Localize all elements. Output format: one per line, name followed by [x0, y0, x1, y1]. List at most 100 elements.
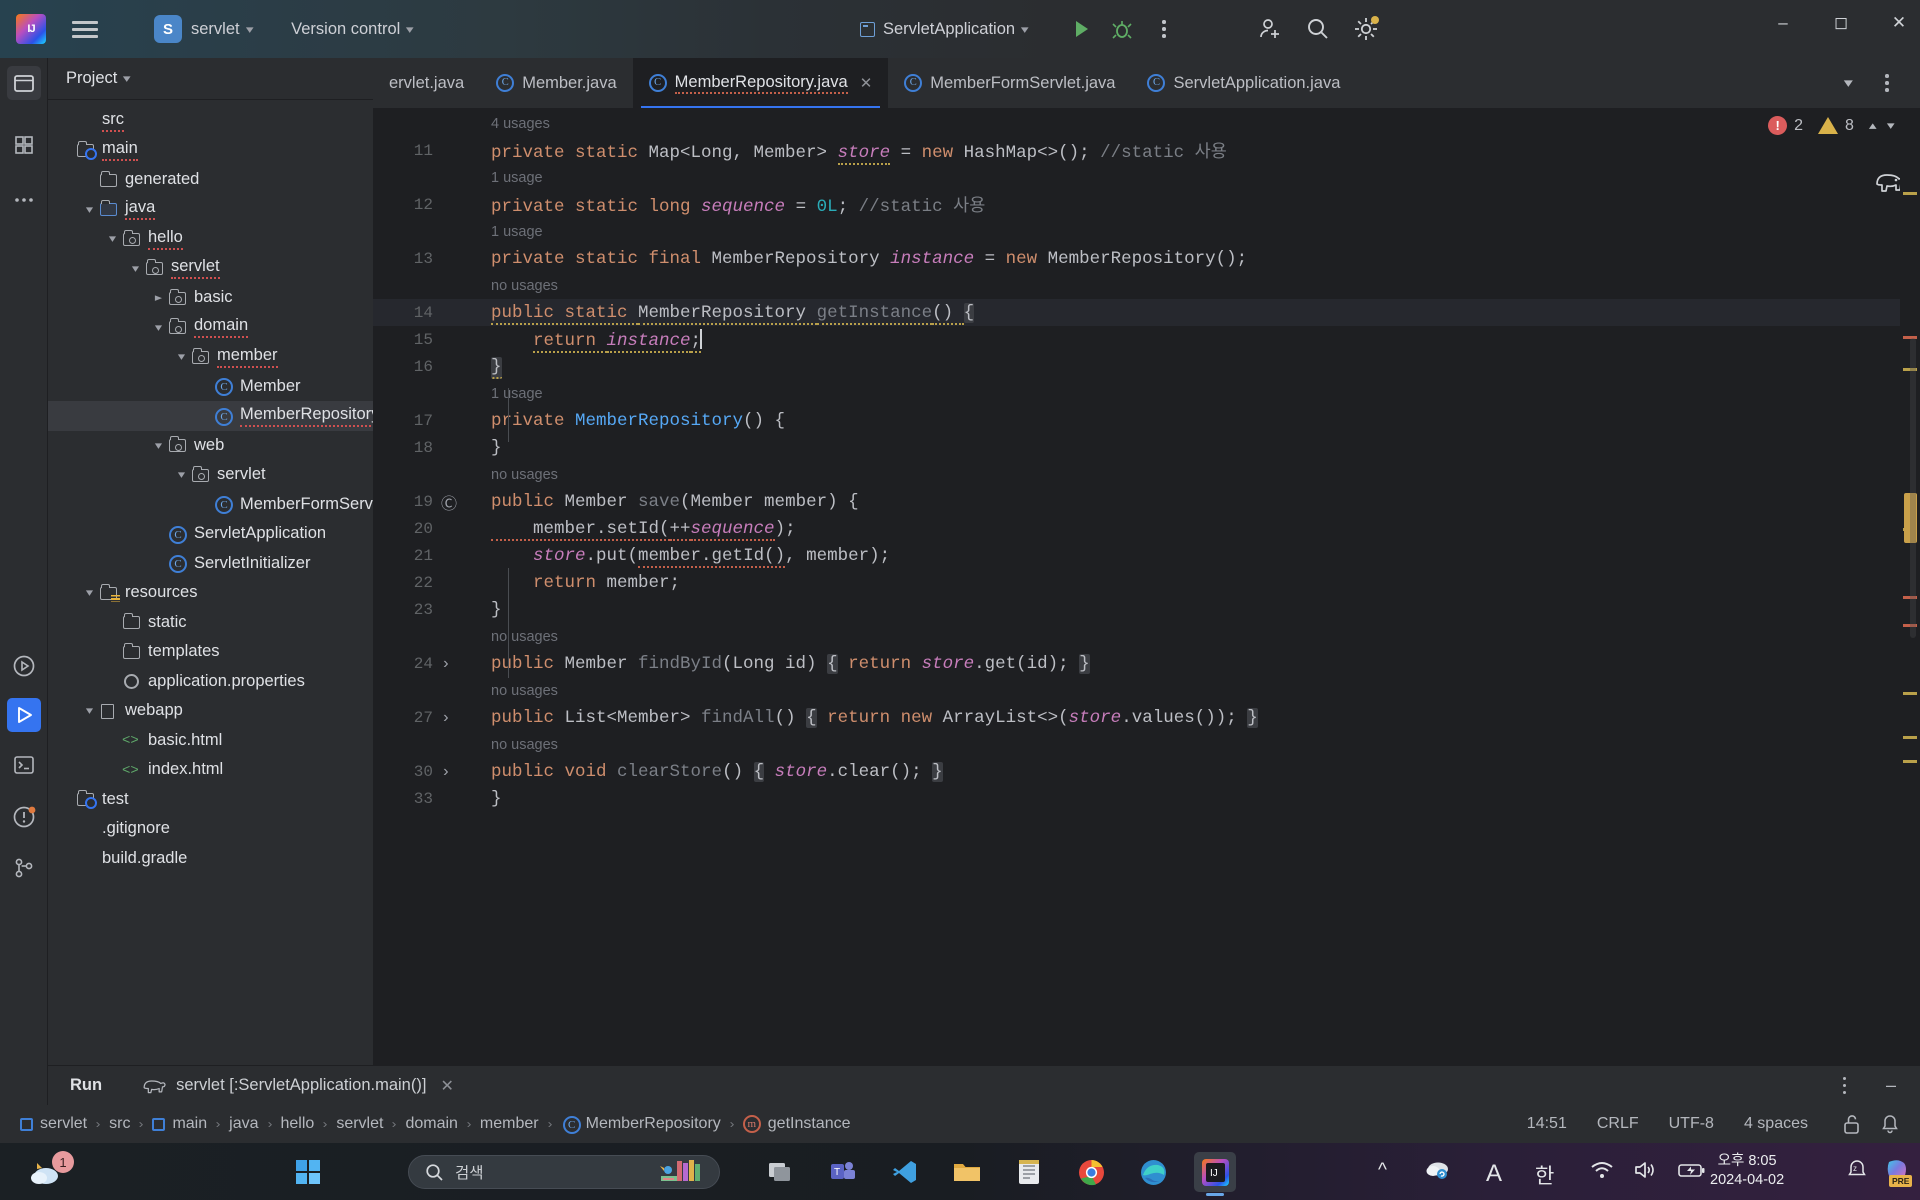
tree-item-src[interactable]: src [48, 106, 373, 136]
line-separator[interactable]: CRLF [1597, 1115, 1639, 1133]
tree-item-generated[interactable]: generated [48, 165, 373, 195]
code-line-11[interactable]: 11 private static Map<Long, Member> store… [373, 137, 1920, 165]
search-button[interactable] [1301, 12, 1335, 46]
terminal-tool-button[interactable] [7, 748, 41, 782]
tree-item-templates[interactable]: templates [48, 637, 373, 667]
add-user-button[interactable] [1253, 12, 1287, 46]
project-tool-button[interactable] [7, 66, 41, 100]
task-view-button[interactable] [760, 1152, 802, 1192]
code-line-27[interactable]: 27 › public List<Member> findAll() { retur… [373, 704, 1920, 731]
volume-button[interactable] [1634, 1160, 1658, 1180]
code-line-13[interactable]: 13 private static final MemberRepository … [373, 245, 1920, 272]
editor-tab-servletapplication[interactable]: C ServletApplication.java [1131, 58, 1356, 108]
version-control-menu[interactable]: Version control ▾ [282, 20, 414, 39]
editor-tab-servletapplication[interactable]: ervlet.java [373, 58, 480, 108]
editor-tab-memberformservlet[interactable]: C MemberFormServlet.java [888, 58, 1131, 108]
error-stripe-mark[interactable] [1903, 192, 1917, 195]
code-editor[interactable]: 4 usages 11 private static Map<Long, Membe… [373, 108, 1920, 1065]
code-line-23[interactable]: 23} [373, 596, 1920, 623]
encoding[interactable]: UTF-8 [1669, 1115, 1714, 1133]
tab-list-button[interactable]: ▾ [1832, 70, 1858, 96]
usage-hint[interactable]: no usages [373, 677, 1920, 704]
editor-tab-member[interactable]: C Member.java [480, 58, 632, 108]
git-tool-button[interactable] [7, 851, 41, 885]
error-stripe-mark[interactable] [1903, 736, 1917, 739]
editor-tab-memberrepository[interactable]: C MemberRepository.java ✕ [632, 58, 889, 108]
problems-tool-button[interactable] [7, 800, 41, 834]
code-line-17[interactable]: 17 private MemberRepository() { [373, 407, 1920, 434]
tree-item-hello[interactable]: ▾ hello [48, 224, 373, 254]
project-tree[interactable]: src main generated ▾ java ▾ hello ▾ servlet ▸ basi… [48, 100, 373, 1065]
debug-button[interactable] [1107, 14, 1137, 44]
breadcrumb-item-memberrepository[interactable]: MemberRepository [561, 1115, 721, 1134]
tree-item-application-properties[interactable]: application.properties [48, 667, 373, 697]
close-icon[interactable]: ✕ [440, 1076, 453, 1096]
notes-button[interactable] [1008, 1152, 1050, 1192]
inspection-widget[interactable]: ! 2 8 ▴ ▾ [1768, 116, 1895, 135]
show-hidden-icons-button[interactable]: ^ [1378, 1160, 1387, 1182]
error-stripe-mark[interactable] [1903, 760, 1917, 763]
tree-item-build-gradle[interactable]: build.gradle [48, 844, 373, 874]
run-button[interactable] [1065, 14, 1095, 44]
next-problem-icon[interactable]: ▾ [1887, 119, 1895, 132]
code-line-15[interactable]: 15 return instance; [373, 326, 1920, 353]
code-line-24[interactable]: 24 › public Member findById(Long id) { ret… [373, 650, 1920, 677]
breadcrumb-item-hello[interactable]: hello [281, 1115, 315, 1133]
scrollbar-track[interactable] [1910, 338, 1916, 638]
breadcrumb-item-domain[interactable]: domain [405, 1115, 457, 1133]
code-line-12[interactable]: 12 private static long sequence = 0L; //s… [373, 191, 1920, 218]
focus-assist-button[interactable]: z [1845, 1158, 1869, 1182]
run-config-tab-label[interactable]: servlet [:ServletApplication.main()] [176, 1076, 426, 1095]
run-configuration-selector[interactable]: ServletApplication ▾ [860, 20, 1029, 39]
settings-button[interactable] [1349, 12, 1383, 46]
notifications-status-icon[interactable] [1880, 1113, 1900, 1135]
override-marker-icon[interactable]: Ⓒ [441, 490, 457, 514]
tree-item-resources[interactable]: ▾ resources [48, 578, 373, 608]
more-tool-windows-button[interactable] [7, 183, 41, 217]
file-explorer-button[interactable] [946, 1152, 988, 1192]
code-line-30[interactable]: 30 › public void clearStore() { store.clea… [373, 758, 1920, 785]
ime-latin-indicator[interactable]: A [1486, 1160, 1502, 1188]
code-line-18[interactable]: 18} [373, 434, 1920, 461]
chevron-down-icon[interactable]: ▾ [123, 72, 131, 85]
code-line-20[interactable]: 20 member.setId(++sequence); [373, 515, 1920, 542]
tree-item-servletinitializer[interactable]: ServletInitializer [48, 549, 373, 579]
breadcrumb-item-servlet[interactable]: servlet [336, 1115, 383, 1133]
code-line-14[interactable]: 14 public static MemberRepository getInst… [373, 299, 1920, 326]
usage-hint[interactable]: 1 usage [373, 380, 1920, 407]
tree-item-java[interactable]: ▾ java [48, 195, 373, 225]
usage-hint[interactable]: no usages [373, 272, 1920, 299]
project-panel-header[interactable]: Project ▾ [48, 58, 373, 100]
breadcrumb-item-main[interactable]: main [152, 1115, 207, 1133]
error-stripe-mark[interactable] [1903, 692, 1917, 695]
teams-button[interactable]: T [822, 1152, 864, 1192]
code-line-19[interactable]: 19 Ⓒpublic Member save(Member member) { [373, 488, 1920, 515]
breadcrumb-item-servlet[interactable]: servlet [20, 1115, 87, 1133]
tree-item-index-html[interactable]: <> index.html [48, 755, 373, 785]
breadcrumb-item-src[interactable]: src [109, 1115, 130, 1133]
breadcrumb-item-java[interactable]: java [229, 1115, 258, 1133]
tree-item-servlet[interactable]: ▾ servlet [48, 460, 373, 490]
tree-item-servlet[interactable]: ▾ servlet [48, 254, 373, 284]
editor-options-button[interactable] [1874, 68, 1900, 98]
run-panel-toggle-button[interactable] [7, 698, 41, 732]
run-tool-button[interactable] [7, 649, 41, 683]
run-panel-options-button[interactable] [1842, 1076, 1846, 1095]
edge-button[interactable] [1132, 1152, 1174, 1192]
close-window-button[interactable]: ✕ [1876, 0, 1920, 46]
taskbar-clock[interactable]: 오후 8:05 2024-04-02 [1710, 1152, 1784, 1190]
vscode-button[interactable] [884, 1152, 926, 1192]
maximize-window-button[interactable]: ◻ [1818, 0, 1864, 46]
copilot-button[interactable]: PRE [1884, 1156, 1914, 1187]
error-stripe[interactable] [1900, 108, 1920, 1065]
tree-item-basic-html[interactable]: <> basic.html [48, 726, 373, 756]
read-only-toggle[interactable] [1842, 1113, 1862, 1135]
code-line-21[interactable]: 21 store.put(member.getId(), member); [373, 542, 1920, 569]
battery-button[interactable] [1678, 1160, 1706, 1180]
tree-item-webapp[interactable]: ▾ webapp [48, 696, 373, 726]
tree-item-servletapplication[interactable]: ServletApplication [48, 519, 373, 549]
usage-hint[interactable]: no usages [373, 461, 1920, 488]
tree-item--gitignore[interactable]: .gitignore [48, 814, 373, 844]
wifi-button[interactable] [1590, 1160, 1614, 1180]
tree-item-web[interactable]: ▾ web [48, 431, 373, 461]
